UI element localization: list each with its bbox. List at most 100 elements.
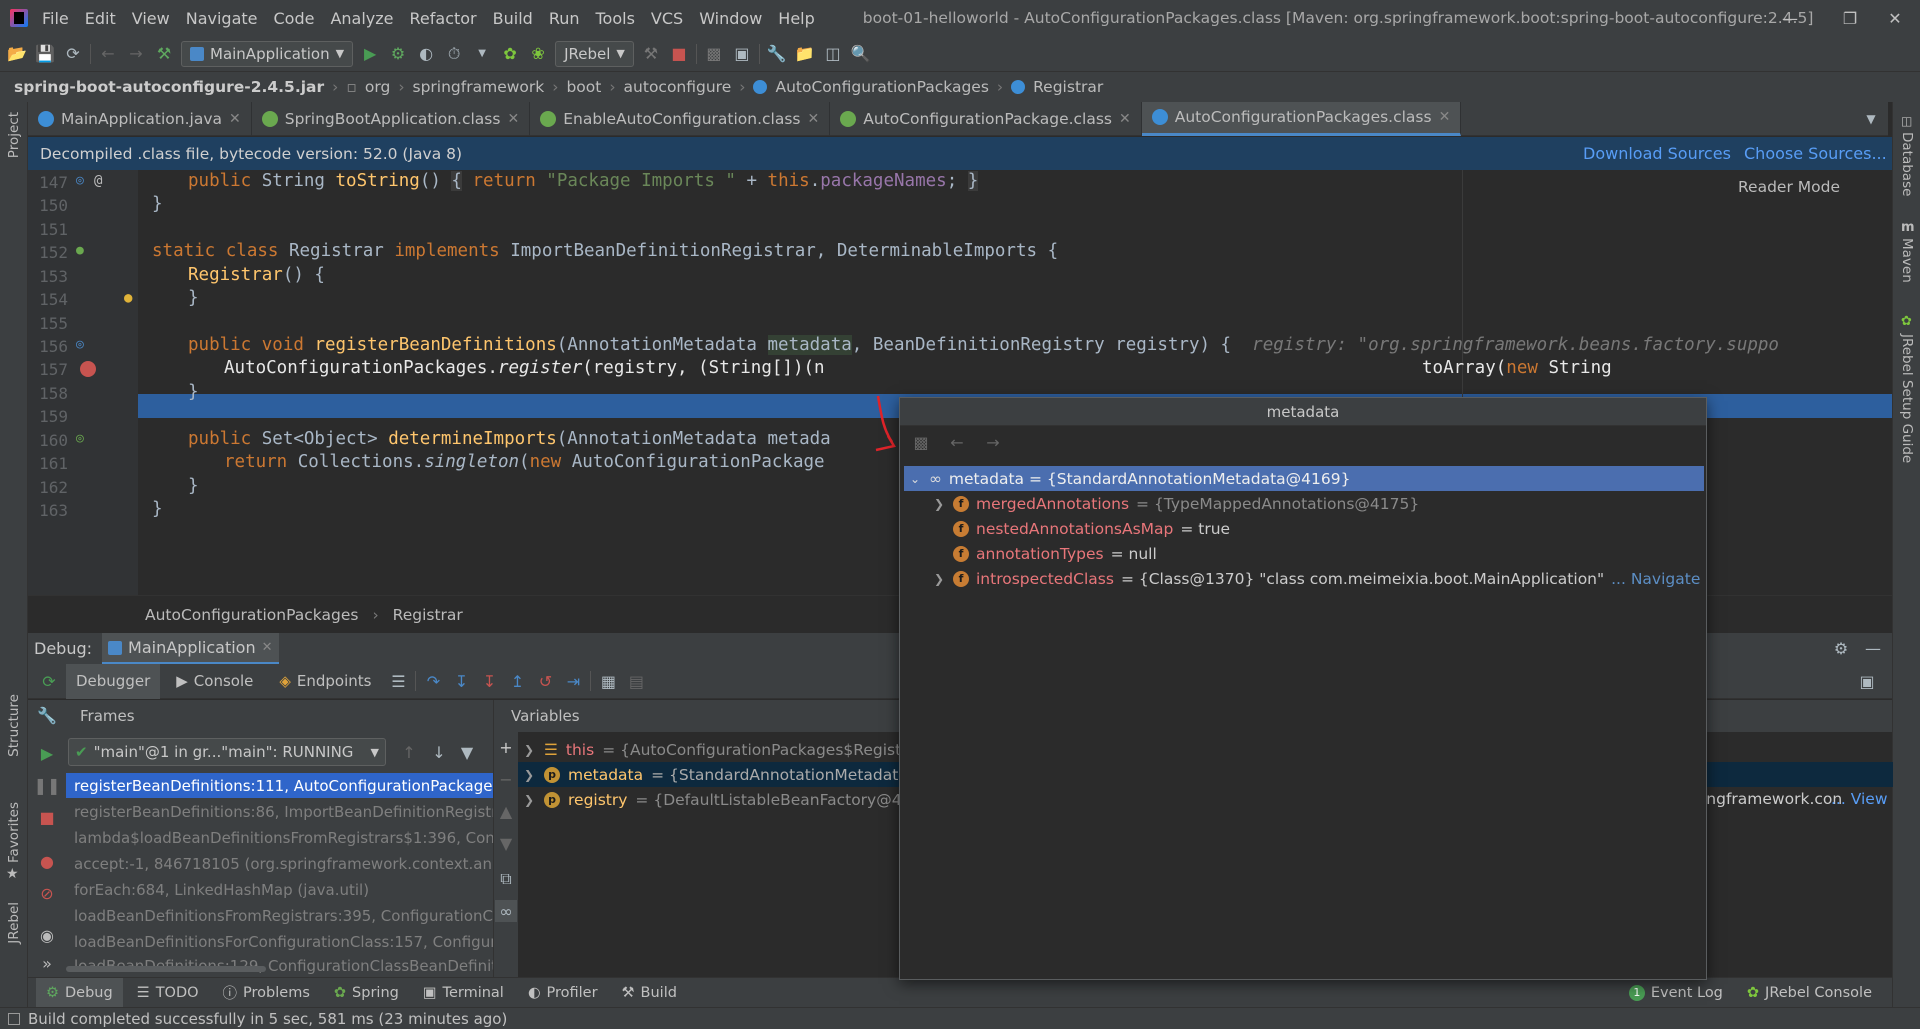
filter-icon[interactable]: ▼ [456,741,478,763]
frame-row[interactable]: registerBeanDefinitions:111, AutoConfigu… [66,773,493,798]
camera-icon[interactable]: ◉ [36,924,58,946]
bulb-icon[interactable]: ● [124,290,132,306]
navigate-link[interactable]: ... Navigate [1611,570,1700,588]
menu-view[interactable]: View [124,9,178,28]
view-link[interactable]: ... View [1831,790,1888,808]
variable-row-registry[interactable]: ❯ p registry = {DefaultListableBeanFacto… [524,787,921,812]
move-down-icon[interactable]: ▼ [495,832,517,854]
reader-mode-button[interactable]: Reader Mode [1738,178,1840,196]
tab-enable-auto-configuration[interactable]: EnableAutoConfiguration.class ✕ [530,101,831,136]
step-out-icon[interactable]: ↥ [506,670,528,692]
tab-debugger[interactable]: Debugger [66,663,161,699]
build-hammer-icon[interactable]: ⚒ [153,43,175,65]
structure-crumb-class[interactable]: AutoConfigurationPackages [145,606,358,624]
step-into-icon[interactable]: ↧ [450,670,472,692]
popup-back-icon[interactable]: ← [946,431,968,453]
bottom-tab-debug[interactable]: ⚙ Debug [36,977,123,1008]
close-tab-icon[interactable]: ✕ [507,111,519,127]
debug-bug-icon[interactable]: ⚙ [387,43,409,65]
run-config-combo[interactable]: MainApplication ▼ [181,40,354,67]
frame-row[interactable]: registerBeanDefinitions:86, ImportBeanDe… [66,799,493,824]
evaluate-icon[interactable]: ▦ [597,670,619,692]
sdk-icon[interactable]: ▣ [731,43,753,65]
close-tab-icon[interactable]: ✕ [1119,111,1131,127]
popup-forward-icon[interactable]: → [982,431,1004,453]
popup-node-annotation-types[interactable]: f annotationTypes = null [953,541,1157,566]
menu-window[interactable]: Window [691,9,770,28]
menu-run[interactable]: Run [541,9,588,28]
tab-list-icon[interactable]: ▼ [1860,108,1882,130]
rerun-icon[interactable]: ⟳ [38,670,60,692]
menu-lines-icon[interactable]: ☰ [387,670,409,692]
jump-to-source-icon[interactable]: ▩ [910,431,932,453]
jrebel-combo[interactable]: JRebel ▼ [555,40,634,67]
layout-icon[interactable]: ▣ [1856,670,1878,692]
project-tool-button[interactable]: Project [6,112,22,158]
tab-main-application[interactable]: MainApplication.java ✕ [28,101,252,136]
crumb-class[interactable]: AutoConfigurationPackages [775,78,988,96]
close-session-icon[interactable]: ✕ [262,640,273,655]
structure-crumb-inner[interactable]: Registrar [393,606,463,624]
close-window-icon[interactable]: ✕ [1870,0,1920,36]
open-folder-icon[interactable]: 📂 [6,43,28,65]
popup-node-introspected-class[interactable]: ❯ f introspectedClass = {Class@1370} "cl… [934,566,1700,591]
forward-icon[interactable]: → [125,43,147,65]
jrebel-guide-tool-button[interactable]: JRebel Setup Guide [1899,334,1915,463]
tab-auto-configuration-packages[interactable]: AutoConfigurationPackages.class ✕ [1141,101,1462,136]
drop-frame-icon[interactable]: ↺ [534,670,556,692]
frame-row[interactable]: forEach:684, LinkedHashMap (java.util) [66,877,493,902]
frame-row[interactable]: lambda$loadBeanDefinitionsFromRegistrars… [66,825,493,850]
frame-down-icon[interactable]: ↓ [428,741,450,763]
crumb-autoconfigure[interactable]: autoconfigure [624,78,732,96]
bottom-tab-profiler[interactable]: ◐ Profiler [518,978,608,1008]
chevron-right-icon[interactable]: ❯ [524,793,536,807]
run-to-cursor-icon[interactable]: ⇥ [562,670,584,692]
bottom-tab-terminal[interactable]: ▣ Terminal [413,978,514,1008]
bottom-tab-spring[interactable]: ✿ Spring [324,978,409,1008]
chevron-right-icon[interactable]: ❯ [934,572,946,586]
close-tab-icon[interactable]: ✕ [1439,109,1451,125]
coverage-icon[interactable]: ◐ [415,43,437,65]
tab-console[interactable]: ▶ Console [166,664,263,699]
close-tab-icon[interactable]: ✕ [229,111,241,127]
minimize-icon[interactable]: — [1760,0,1820,36]
jrebel-run-icon[interactable]: ✿ [499,43,521,65]
copy-icon[interactable]: ⧉ [495,868,517,890]
gear-icon[interactable]: ⚙ [1830,638,1852,660]
mute-breakpoints-icon[interactable]: ⊘ [36,882,58,904]
menu-code[interactable]: Code [266,9,323,28]
variable-row-this[interactable]: ❯ ☰ this = {AutoConfigurationPackages$Re… [524,737,923,762]
implements-icon[interactable]: ◎ [76,431,84,446]
menu-help[interactable]: Help [770,9,822,28]
close-tab-icon[interactable]: ✕ [808,111,820,127]
popup-root-node[interactable]: ⌄ ∞ metadata = {StandardAnnotationMetada… [910,466,1350,491]
tab-spring-boot-application[interactable]: SpringBootApplication.class ✕ [252,101,531,136]
view-breakpoints-icon[interactable]: ● [36,850,58,872]
popup-node-nested-annotations[interactable]: f nestedAnnotationsAsMap = true [953,516,1230,541]
sync-icon[interactable]: ⟳ [62,43,84,65]
save-icon[interactable]: 💾 [34,43,56,65]
crumb-inner-class[interactable]: Registrar [1033,78,1103,96]
glasses-icon[interactable]: ∞ [495,900,517,922]
bottom-tab-todo[interactable]: ☰ TODO [127,978,209,1008]
menu-navigate[interactable]: Navigate [178,9,266,28]
override-arrow-icon[interactable]: ◎ [76,173,84,188]
frames-scrollbar[interactable] [66,966,266,972]
tab-auto-configuration-package[interactable]: AutoConfigurationPackage.class ✕ [830,101,1142,136]
project-structure-icon[interactable]: 📁 [794,43,816,65]
chevron-down-icon[interactable]: ⌄ [910,472,922,486]
menu-vcs[interactable]: VCS [643,9,691,28]
menu-file[interactable]: File [34,9,77,28]
implements-icon[interactable]: ◎ [76,337,84,352]
menu-refactor[interactable]: Refactor [402,9,485,28]
device-icon[interactable]: ▩ [703,43,725,65]
stop-debug-icon[interactable]: ■ [36,806,58,828]
favorites-tool-button[interactable]: Favorites [6,802,22,863]
hide-panel-icon[interactable]: — [1862,638,1884,660]
chevron-right-icon[interactable]: ❯ [524,743,536,757]
download-sources-link[interactable]: Download Sources [1583,144,1731,163]
more-icon[interactable]: » [36,952,58,974]
tab-endpoints[interactable]: ◈ Endpoints [269,664,381,699]
popup-title-bar[interactable]: metadata [900,398,1706,426]
trace-icon[interactable]: ▤ [625,670,647,692]
